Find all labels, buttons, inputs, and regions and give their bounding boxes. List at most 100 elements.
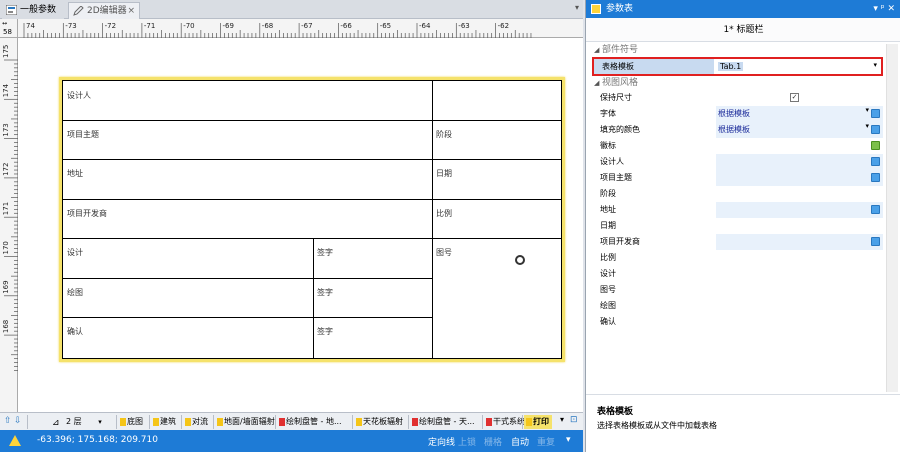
confirm-input[interactable] xyxy=(716,314,883,330)
sheet-tab[interactable]: 干式系统 xyxy=(484,415,525,429)
sheet-tab-label: 绘制盘管 - 地... xyxy=(286,417,342,426)
checkbox[interactable]: ✓ xyxy=(790,93,799,102)
drafting-input[interactable] xyxy=(716,298,883,314)
floor-selector[interactable]: ⊿ 2 层 ▾ xyxy=(52,415,102,429)
prop-name: 阶段 xyxy=(600,189,616,198)
panel-window-buttons[interactable]: ▾ ᵖ ✕ xyxy=(873,0,895,18)
mode-repeat[interactable]: 重复 xyxy=(537,435,555,448)
prop-drawing-no[interactable]: 图号 xyxy=(592,282,883,298)
ruler-label: -66 xyxy=(340,22,352,30)
tab-general-params[interactable]: 一般参数 xyxy=(2,2,64,19)
sheet-tab[interactable]: 绘制盘管 - 天... xyxy=(410,415,475,429)
project-topic-input[interactable] xyxy=(716,170,883,186)
cursor-coordinates: -63.396; 175.168; 209.710 xyxy=(37,435,158,445)
nav-down-icon[interactable]: ⇩ xyxy=(14,416,22,426)
date-input[interactable] xyxy=(716,218,883,234)
vertical-ruler: 175 174 173 172 171 170 169 168 xyxy=(0,38,18,412)
prop-date[interactable]: 日期 xyxy=(592,218,883,234)
prop-keep-size[interactable]: 保持尺寸 ✓ xyxy=(592,90,883,106)
edit-button-icon[interactable] xyxy=(871,205,880,214)
sheet-tab[interactable]: 底图 xyxy=(118,415,143,429)
warning-icon[interactable] xyxy=(9,435,21,446)
sheet-separator xyxy=(408,415,409,429)
tab-2d-editor[interactable]: 2D编辑器 × xyxy=(68,2,140,19)
folder-open-icon[interactable] xyxy=(871,141,880,150)
prop-logo[interactable]: 徽标 xyxy=(592,138,883,154)
properties-panel: 参数表 ▾ ᵖ ✕ 1* 标题栏 ◢ 部件符号 表格模板 Tab.1 ▾ ◢ 视… xyxy=(585,0,900,452)
sheet-separator xyxy=(522,415,523,429)
sheet-separator xyxy=(275,415,276,429)
fill-color-select[interactable]: 根据模板 xyxy=(716,122,883,138)
sheet-tab[interactable]: 对流 xyxy=(183,415,208,429)
prop-drafting[interactable]: 绘图 xyxy=(592,298,883,314)
cell-address: 地址 xyxy=(67,169,83,178)
sheet-tab[interactable]: 建筑 xyxy=(151,415,176,429)
table-template-select[interactable]: Tab.1 xyxy=(716,59,881,74)
edit-button-icon[interactable] xyxy=(871,173,880,182)
close-icon[interactable]: × xyxy=(127,3,135,19)
tab-dropdown-icon[interactable]: ▾ xyxy=(575,3,579,12)
keep-size-checkbox-cell[interactable]: ✓ xyxy=(716,90,883,106)
prop-project-topic[interactable]: 项目主题 xyxy=(592,170,883,186)
edit-button-icon[interactable] xyxy=(871,109,880,118)
prop-designer[interactable]: 设计人 xyxy=(592,154,883,170)
prop-scale[interactable]: 比例 xyxy=(592,250,883,266)
stage-input[interactable] xyxy=(716,186,883,202)
title-block-table[interactable]: 设计人 项目主题 阶段 地址 日期 项目开发商 比例 设计 签字 图号 绘图 签… xyxy=(62,80,562,359)
drawing-canvas[interactable]: 设计人 项目主题 阶段 地址 日期 项目开发商 比例 设计 签字 图号 绘图 签… xyxy=(19,39,583,412)
edit-button-icon[interactable] xyxy=(871,237,880,246)
prop-confirm[interactable]: 确认 xyxy=(592,314,883,330)
category-component-symbol[interactable]: ◢ 部件符号 xyxy=(592,44,883,57)
prop-name: 地址 xyxy=(600,205,616,214)
prop-font[interactable]: 字体 根据模板 ▾ xyxy=(592,106,883,122)
designer-input[interactable] xyxy=(716,154,883,170)
dropdown-arrow-icon[interactable]: ▾ xyxy=(873,61,877,69)
sheet-tab[interactable]: 地面/墙面辐射 xyxy=(215,415,275,429)
description-title: 表格模板 xyxy=(597,407,634,417)
prop-address[interactable]: 地址 xyxy=(592,202,883,218)
drawing-no-input[interactable] xyxy=(716,282,883,298)
dropdown-arrow-icon[interactable]: ▾ xyxy=(865,122,869,130)
category-view-style[interactable]: ◢ 视图风格 xyxy=(592,77,883,90)
prop-name: 项目主题 xyxy=(600,173,632,182)
sheet-tab-label: 打印 xyxy=(533,417,549,426)
edit-button-icon[interactable] xyxy=(871,157,880,166)
category-label: 部件符号 xyxy=(602,45,639,55)
prop-developer[interactable]: 项目开发商 xyxy=(592,234,883,250)
edit-button-icon[interactable] xyxy=(871,125,880,134)
mode-grid[interactable]: 栅格 xyxy=(484,435,502,448)
app-window: 一般参数 2D编辑器 × ▾ ↔ 58 74 -73 -72 -71 -70 -69 -68… xyxy=(0,0,900,452)
mode-lock[interactable]: 上锁 xyxy=(458,435,476,448)
ruler-label: 170 xyxy=(2,241,10,254)
pencil-icon xyxy=(73,6,84,16)
font-select[interactable]: 根据模板 xyxy=(716,106,883,122)
status-dropdown-icon[interactable]: ▾ xyxy=(566,435,571,445)
panel-scrollbar[interactable] xyxy=(886,44,898,392)
title-block-selection[interactable]: 设计人 项目主题 阶段 地址 日期 项目开发商 比例 设计 签字 图号 绘图 签… xyxy=(59,77,565,362)
sheet-tab-label: 干式系统 xyxy=(493,417,525,426)
prop-name: 表格模板 xyxy=(594,59,714,74)
dropdown-arrow-icon[interactable]: ▾ xyxy=(865,106,869,114)
prop-table-template[interactable]: 表格模板 Tab.1 ▾ xyxy=(592,57,883,76)
prop-design[interactable]: 设计 xyxy=(592,266,883,282)
params-icon xyxy=(6,5,17,15)
address-input[interactable] xyxy=(716,202,883,218)
prop-stage[interactable]: 阶段 xyxy=(592,186,883,202)
sheet-tab[interactable]: 打印 xyxy=(524,415,552,429)
sheet-dropdown-icon[interactable]: ▾ xyxy=(560,415,564,424)
logo-value[interactable] xyxy=(716,138,883,154)
prop-fill-color[interactable]: 填充的颜色 根据模板 ▾ xyxy=(592,122,883,138)
layer-sheet-bar: ⇧ ⇩ ⊿ 2 层 ▾ 底图 建筑 对流 地面/墙面辐射 绘制盘管 - 地... 天花板辐… xyxy=(0,412,583,430)
layer-settings-icon[interactable]: ⊡ xyxy=(570,415,578,425)
sheet-tab[interactable]: 绘制盘管 - 地... xyxy=(277,415,342,429)
design-input[interactable] xyxy=(716,266,883,282)
ruler-label: 175 xyxy=(2,45,10,58)
mode-auto[interactable]: 自动 xyxy=(511,435,529,448)
sheet-tab[interactable]: 天花板辐射 xyxy=(354,415,403,429)
nav-up-icon[interactable]: ⇧ xyxy=(4,416,12,426)
developer-input[interactable] xyxy=(716,234,883,250)
horizontal-ruler: 74 -73 -72 -71 -70 -69 -68 -67 -66 -65 -64 -63 -62 xyxy=(18,19,583,38)
ruler-label: 171 xyxy=(2,202,10,215)
scale-input[interactable] xyxy=(716,250,883,266)
mode-ortho[interactable]: 定向线 xyxy=(428,435,455,448)
